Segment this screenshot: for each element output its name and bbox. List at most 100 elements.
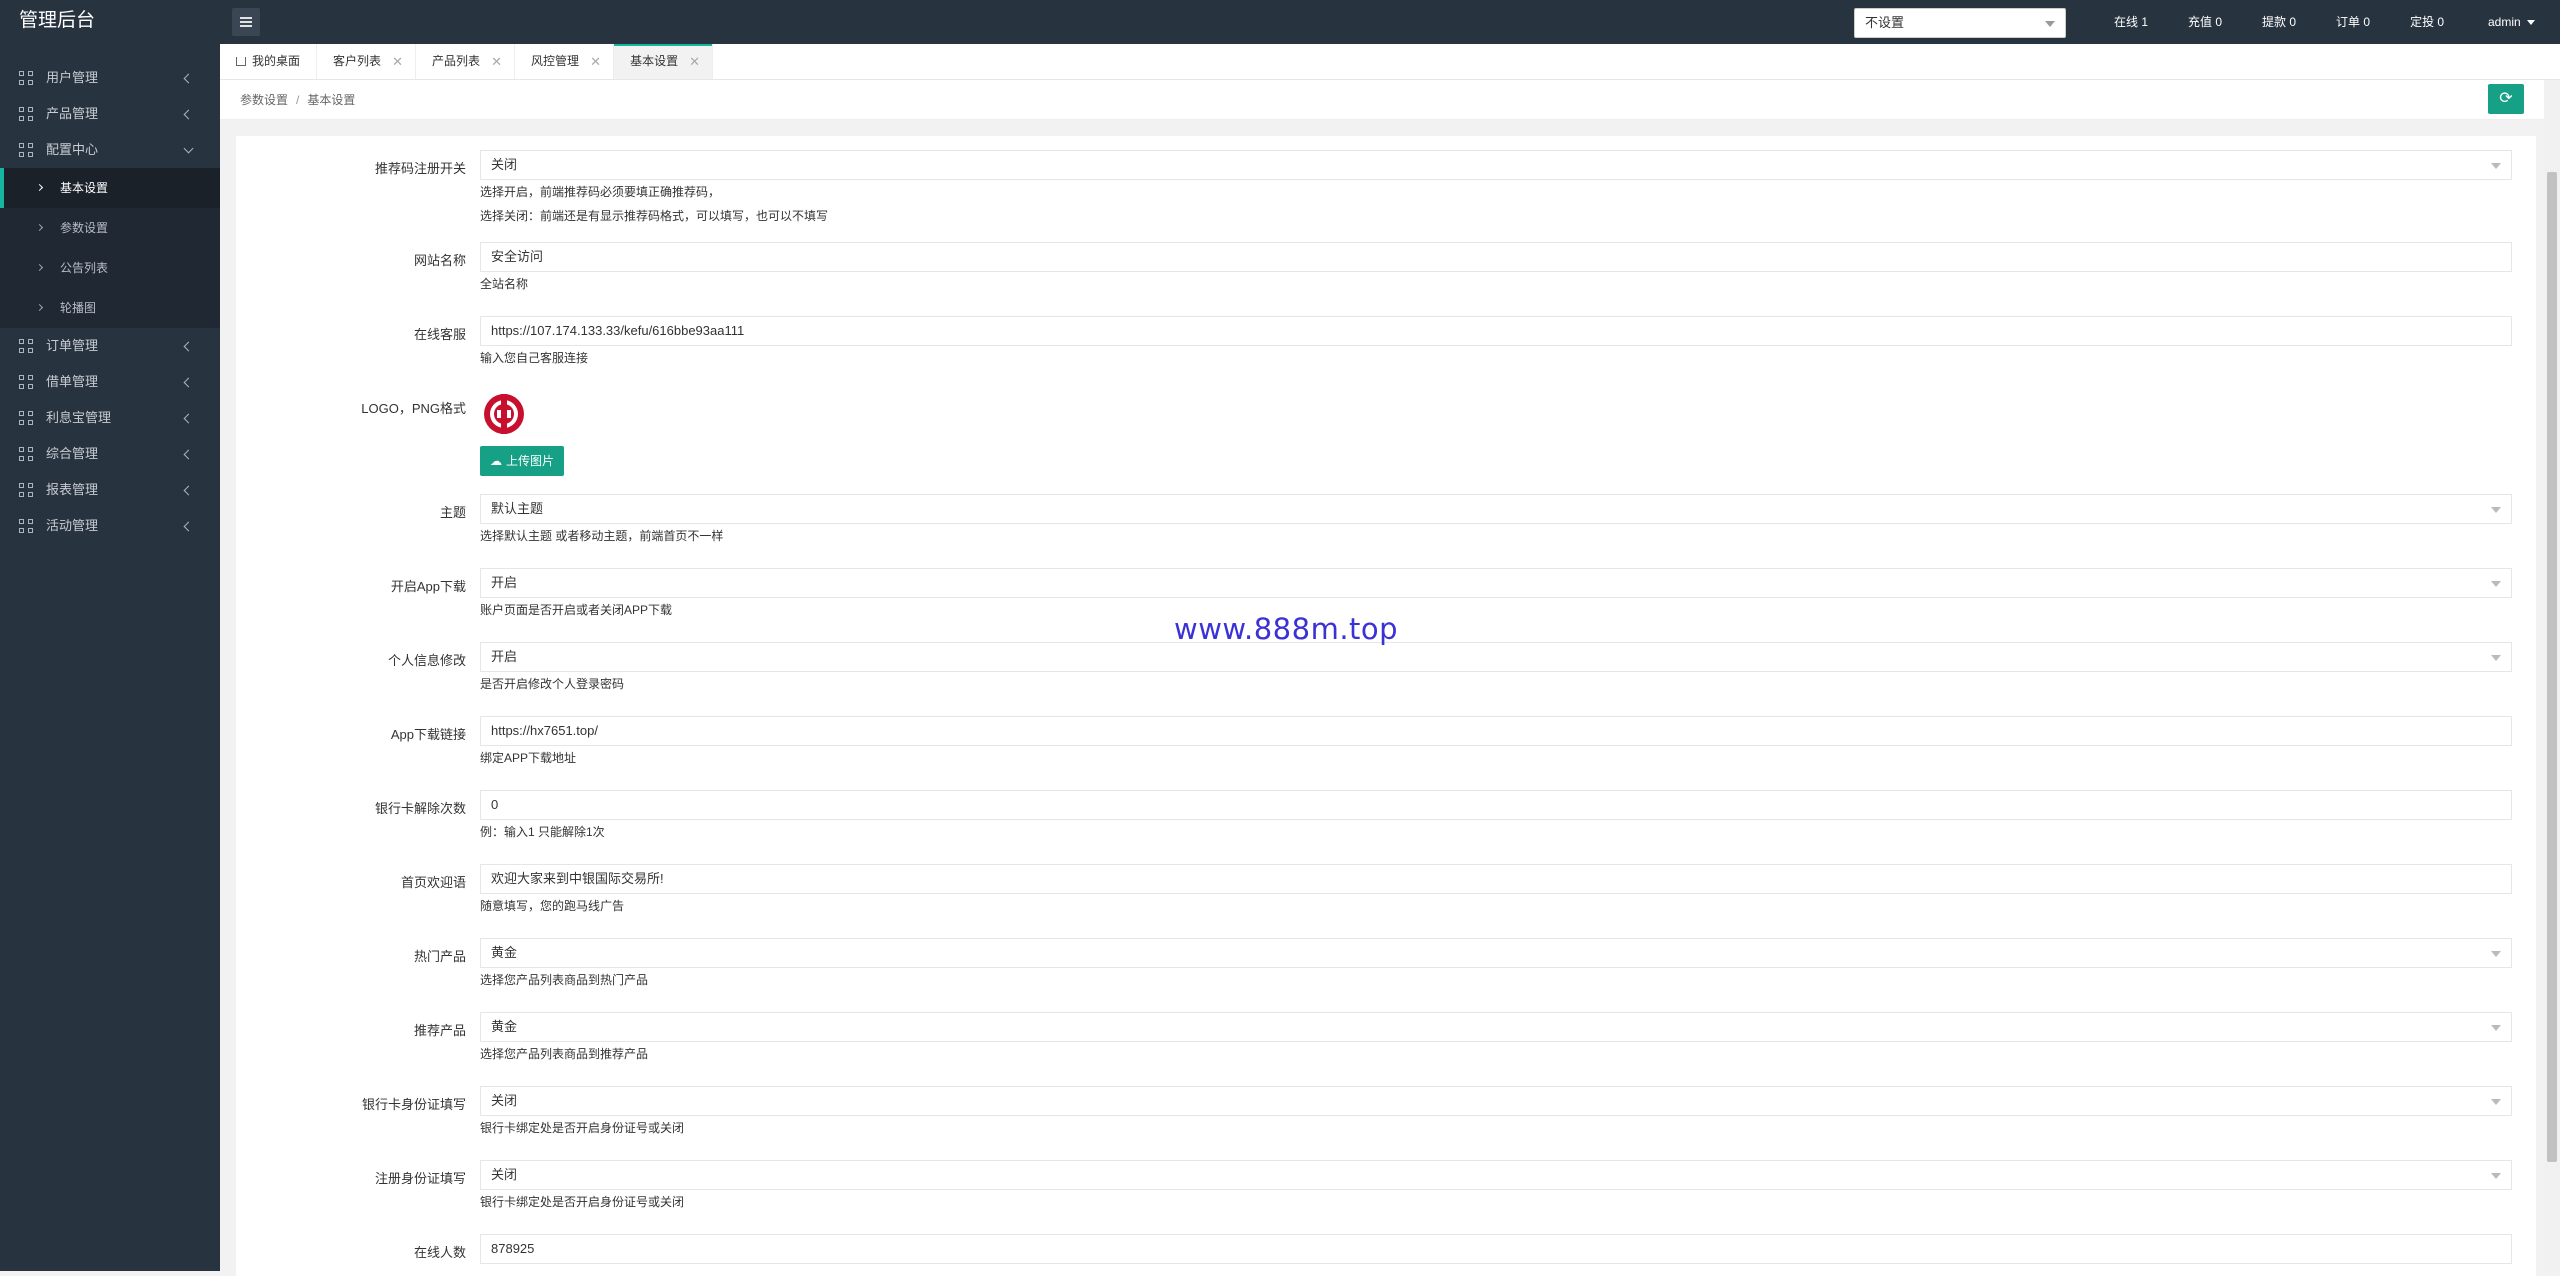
app-download-select[interactable]: 开启	[480, 568, 2512, 598]
stat-investment[interactable]: 定投 0	[2410, 0, 2444, 44]
select-value: 开启	[491, 575, 518, 590]
sidebar-item-label: 综合管理	[46, 446, 99, 461]
menu-toggle-icon[interactable]	[232, 8, 260, 36]
chevron-right-icon	[35, 183, 44, 192]
sidebar-item-label: 用户管理	[46, 70, 99, 85]
service-url-input[interactable]: https://107.174.133.33/kefu/616bbe93aa11…	[480, 316, 2512, 346]
sidebar-item-users[interactable]: 用户管理	[0, 60, 220, 96]
sidebar-submenu: 基本设置 参数设置 公告列表 轮播图	[0, 168, 220, 328]
sidebar-item-label: 订单管理	[46, 338, 99, 353]
chevron-right-icon	[35, 303, 44, 312]
select-value: 黄金	[491, 1019, 518, 1034]
top-stats: 在线 1 充值 0 提款 0 订单 0 定投 0	[2114, 0, 2484, 44]
sidebar-subitem-carousel[interactable]: 轮播图	[0, 288, 220, 328]
grid-icon	[19, 375, 33, 389]
caret-down-icon	[2491, 1025, 2501, 1031]
grid-icon	[19, 339, 33, 353]
caret-down-icon	[2526, 20, 2535, 26]
sidebar-subitem-label: 参数设置	[60, 221, 109, 235]
close-icon[interactable]: ✕	[491, 44, 502, 79]
site-name-input[interactable]: 安全访问	[480, 242, 2512, 272]
tab-risk[interactable]: 风控管理 ✕	[515, 44, 615, 79]
settings-form: 推荐码注册开关 关闭 选择开启，前端推荐码必须要填正确推荐码， 选择关闭：前端还…	[236, 136, 2536, 1276]
field-label: 在线客服	[413, 327, 466, 342]
field-label: 在线人数	[413, 1245, 466, 1260]
user-menu[interactable]: admin	[2488, 0, 2535, 44]
recommend-select[interactable]: 黄金	[480, 1012, 2512, 1042]
caret-down-icon	[2491, 507, 2501, 513]
select-value: 不设置	[1865, 15, 1905, 30]
caret-down-icon	[2491, 951, 2501, 957]
tab-basic-settings[interactable]: 基本设置 ✕	[614, 44, 714, 79]
sidebar-subitem-params[interactable]: 参数设置	[0, 208, 220, 248]
sidebar-item-label: 借单管理	[46, 374, 99, 389]
referral-select[interactable]: 关闭	[480, 150, 2512, 180]
field-label: 主题	[439, 505, 466, 520]
refresh-icon: ⟳	[2499, 90, 2513, 107]
sidebar-item-reports[interactable]: 报表管理	[0, 472, 220, 508]
sidebar-subitem-basic-settings[interactable]: 基本设置	[0, 168, 220, 208]
welcome-input[interactable]: 欢迎大家来到中银国际交易所!	[480, 864, 2512, 894]
profile-edit-select[interactable]: 开启	[480, 642, 2512, 672]
stat-recharge[interactable]: 充值 0	[2188, 0, 2222, 44]
field-label: 推荐产品	[413, 1023, 466, 1038]
help-text: 全站名称	[480, 277, 529, 291]
field-label: 推荐码注册开关	[374, 161, 466, 176]
chevron-right-icon	[35, 223, 44, 232]
help-text: 随意填写，您的跑马线广告	[480, 899, 625, 913]
help-text: 选择默认主题 或者移动主题，前端首页不一样	[480, 529, 724, 543]
help-text: 输入您自己客服连接	[480, 351, 589, 365]
grid-icon	[19, 107, 33, 121]
hot-product-select[interactable]: 黄金	[480, 938, 2512, 968]
tab-desktop[interactable]: 我的桌面	[220, 44, 318, 79]
stat-withdraw[interactable]: 提款 0	[2262, 0, 2296, 44]
sidebar-item-products[interactable]: 产品管理	[0, 96, 220, 132]
select-value: 黄金	[491, 945, 518, 960]
close-icon[interactable]: ✕	[689, 44, 700, 79]
breadcrumb-parent[interactable]: 参数设置	[240, 93, 288, 107]
chevron-left-icon	[183, 73, 194, 84]
bank-unbind-input[interactable]: 0	[480, 790, 2512, 820]
sound-setting-select[interactable]: 不设置	[1854, 8, 2066, 38]
tab-products[interactable]: 产品列表 ✕	[416, 44, 516, 79]
grid-icon	[19, 447, 33, 461]
stat-online[interactable]: 在线 1	[2114, 0, 2148, 44]
breadcrumb-bar: 参数设置 / 基本设置 ⟳	[220, 80, 2544, 120]
online-count-input[interactable]: 878925	[480, 1234, 2512, 1264]
field-label: 个人信息修改	[387, 653, 466, 668]
theme-select[interactable]: 默认主题	[480, 494, 2512, 524]
sidebar-item-loans[interactable]: 借单管理	[0, 364, 220, 400]
sidebar-subitem-label: 公告列表	[60, 261, 109, 275]
refresh-button[interactable]: ⟳	[2488, 84, 2524, 114]
tab-customers[interactable]: 客户列表 ✕	[317, 44, 417, 79]
bank-id-select[interactable]: 关闭	[480, 1086, 2512, 1116]
close-icon[interactable]: ✕	[392, 44, 403, 79]
upload-label: 上传图片	[506, 454, 555, 468]
chevron-left-icon	[183, 521, 194, 532]
field-label: 网站名称	[413, 253, 466, 268]
tab-label: 风控管理	[531, 54, 580, 68]
upload-image-button[interactable]: ☁ 上传图片	[480, 446, 565, 476]
stat-orders[interactable]: 订单 0	[2336, 0, 2370, 44]
app-link-input[interactable]: https://hx7651.top/	[480, 716, 2512, 746]
help-text: 是否开启修改个人登录密码	[480, 677, 625, 691]
top-bar: 不设置 在线 1 充值 0 提款 0 订单 0 定投 0 admin	[220, 0, 2560, 44]
field-label: 开启App下载	[390, 579, 466, 594]
sidebar-item-orders[interactable]: 订单管理	[0, 328, 220, 364]
sidebar-subitem-notices[interactable]: 公告列表	[0, 248, 220, 288]
scrollbar-thumb[interactable]	[2547, 172, 2557, 1162]
select-value: 关闭	[491, 1167, 518, 1182]
chevron-right-icon	[35, 263, 44, 272]
register-id-select[interactable]: 关闭	[480, 1160, 2512, 1190]
scrollbar[interactable]	[2544, 80, 2560, 1271]
help-text: 选择您产品列表商品到推荐产品	[480, 1047, 649, 1061]
breadcrumb-current: 基本设置	[307, 93, 356, 107]
home-icon	[236, 57, 246, 66]
close-icon[interactable]: ✕	[590, 44, 601, 79]
chevron-left-icon	[183, 341, 194, 352]
sidebar: 管理后台 用户管理 产品管理 配置中心 基本设置 参数设置 公告列表 轮播图 订…	[0, 0, 220, 1271]
sidebar-item-general[interactable]: 综合管理	[0, 436, 220, 472]
sidebar-item-activities[interactable]: 活动管理	[0, 508, 220, 544]
sidebar-item-interest[interactable]: 利息宝管理	[0, 400, 220, 436]
sidebar-item-config[interactable]: 配置中心	[0, 132, 220, 168]
